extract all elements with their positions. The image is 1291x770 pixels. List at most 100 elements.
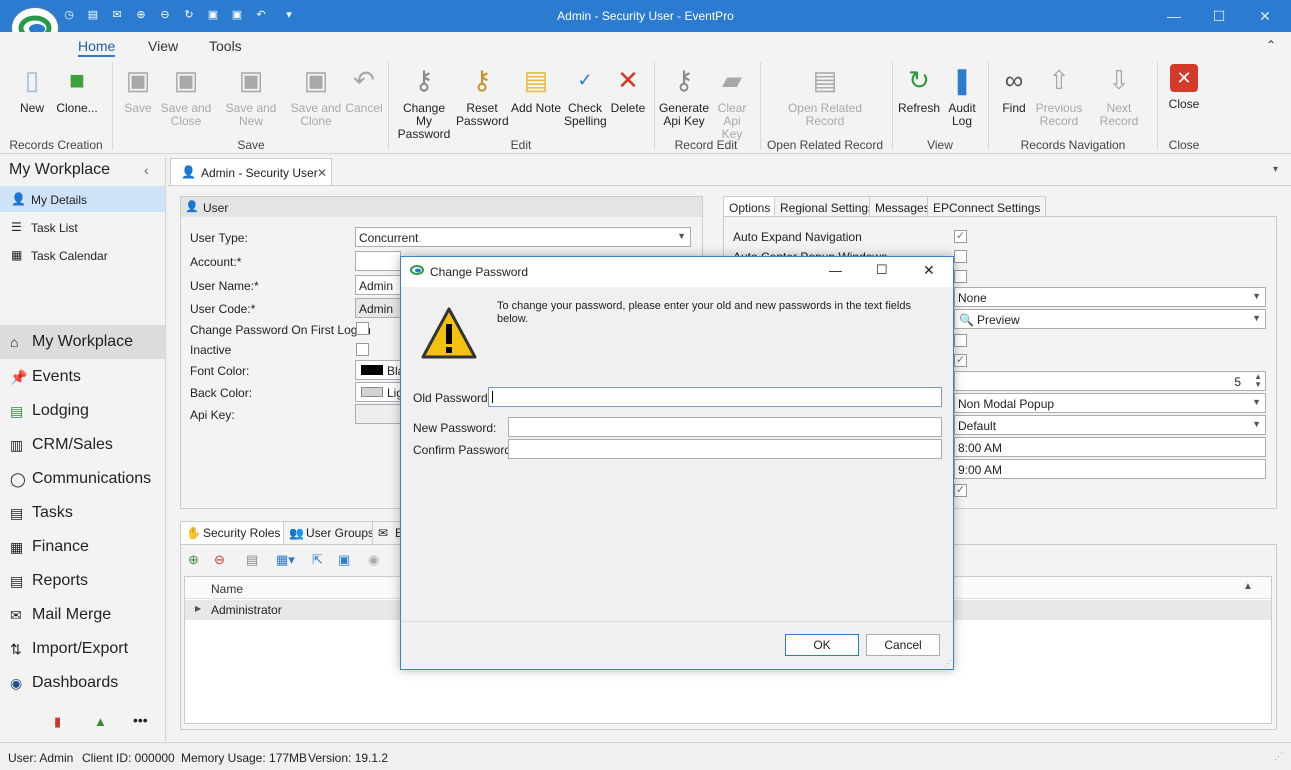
- nav-crm-sales[interactable]: ▥ CRM/Sales: [0, 428, 165, 462]
- chevron-down-icon: ▼: [677, 231, 686, 241]
- user-code-field[interactable]: Admin: [355, 298, 401, 318]
- cancel-button[interactable]: ↶ Cancel: [344, 64, 384, 115]
- calendar-icon: ▦: [11, 248, 23, 262]
- confirm-password-field[interactable]: [508, 439, 942, 459]
- collapse-ribbon-icon[interactable]: ⌃: [1266, 38, 1276, 52]
- resize-grip-icon[interactable]: ⋰: [944, 659, 952, 668]
- option-checkbox[interactable]: [954, 270, 967, 283]
- save-and-new-button[interactable]: ▣ Save and New: [214, 64, 288, 128]
- back-color-picker[interactable]: Lig: [355, 382, 403, 402]
- nav-lodging[interactable]: ▤ Lodging: [0, 394, 165, 428]
- default-select[interactable]: Default ▼: [954, 415, 1266, 435]
- security-roles-icon: ✋: [186, 526, 201, 540]
- tab-user-groups[interactable]: 👥 User Groups: [283, 521, 381, 544]
- more-icon[interactable]: •••: [133, 712, 148, 728]
- resize-grip-icon[interactable]: ⋰: [1274, 751, 1283, 762]
- columns-icon[interactable]: ▦▾: [276, 552, 295, 568]
- ok-button[interactable]: OK: [785, 634, 859, 656]
- doc-tab[interactable]: 👤 Admin - Security User ✕: [170, 158, 332, 185]
- add-icon[interactable]: ⊕: [188, 552, 199, 568]
- new-button[interactable]: ▯ New: [14, 64, 50, 115]
- nav-events[interactable]: 📌 Events: [0, 360, 165, 394]
- remove-icon[interactable]: ⊖: [214, 552, 225, 568]
- maximize-button[interactable]: ☐: [1209, 6, 1229, 26]
- user-name-field[interactable]: Admin: [355, 275, 401, 295]
- sidebar-item-my-details[interactable]: 👤 My Details: [0, 186, 165, 212]
- open-related-record-button[interactable]: ▤ Open Related Record: [780, 64, 870, 128]
- prev-icon[interactable]: ◉: [368, 552, 379, 568]
- expand-row-icon[interactable]: ▶: [195, 604, 201, 613]
- nav-mail-merge[interactable]: ✉ Mail Merge: [0, 598, 165, 632]
- tab-home[interactable]: Home: [78, 38, 116, 57]
- nav-import-export[interactable]: ⇅ Import/Export: [0, 632, 165, 666]
- tab-tools[interactable]: Tools: [209, 38, 242, 54]
- ribbon-separator: [654, 62, 655, 150]
- find-button[interactable]: ∞ Find: [996, 64, 1032, 115]
- start-time-field[interactable]: 8:00 AM: [954, 437, 1266, 457]
- reset-password-button[interactable]: ⚷ Reset Password: [456, 64, 509, 128]
- save-button[interactable]: ▣ Save: [122, 64, 154, 115]
- api-key-field[interactable]: [355, 404, 401, 424]
- new-password-field[interactable]: [508, 417, 942, 437]
- generate-api-key-button[interactable]: ⚷ Generate Api Key: [658, 64, 710, 128]
- dialog-cancel-button[interactable]: Cancel: [866, 634, 940, 656]
- user-type-select[interactable]: Concurrent ▼: [355, 227, 691, 247]
- line-chart-icon[interactable]: ▲: [94, 714, 107, 729]
- tab-security-roles[interactable]: ✋ Security Roles: [180, 521, 287, 544]
- audit-log-button[interactable]: ❚ Audit Log: [944, 64, 980, 128]
- previous-record-button[interactable]: ⇧ Previous Record: [1034, 64, 1084, 128]
- sort-icon[interactable]: ▲: [1243, 581, 1253, 592]
- clone-button[interactable]: ■ Clone...: [54, 64, 100, 115]
- save-and-close-button[interactable]: ▣ Save and Close: [160, 64, 212, 128]
- next-record-button[interactable]: ⇩ Next Record: [1086, 64, 1152, 128]
- delete-button[interactable]: ✕ Delete: [608, 64, 648, 115]
- close-record-button[interactable]: ✕ Close: [1164, 64, 1204, 111]
- popup-mode-select[interactable]: Non Modal Popup ▼: [954, 393, 1266, 413]
- option-checkbox-2[interactable]: [954, 334, 967, 347]
- nav-communications[interactable]: ◯ Communications: [0, 462, 165, 496]
- inactive-checkbox[interactable]: [356, 343, 369, 356]
- save-layout-icon[interactable]: ▣: [338, 552, 350, 568]
- chart-icon[interactable]: ▮: [54, 714, 61, 730]
- nav-dashboards[interactable]: ◉ Dashboards: [0, 666, 165, 700]
- nav-finance[interactable]: ▦ Finance: [0, 530, 165, 564]
- refresh-button[interactable]: ↻ Refresh: [898, 64, 940, 115]
- preview-select[interactable]: 🔍 Preview ▼: [954, 309, 1266, 329]
- sidebar-item-task-calendar[interactable]: ▦ Task Calendar: [0, 242, 165, 268]
- dialog-minimize-button[interactable]: —: [829, 263, 842, 278]
- option-checkbox-3[interactable]: ✓: [954, 354, 967, 367]
- end-time-field[interactable]: 9:00 AM: [954, 459, 1266, 479]
- nav-my-workplace[interactable]: ⌂ My Workplace: [0, 325, 165, 359]
- export-icon[interactable]: ⇱: [312, 552, 323, 568]
- collapse-sidebar-icon[interactable]: ‹: [144, 162, 149, 178]
- nav-tasks[interactable]: ▤ Tasks: [0, 496, 165, 530]
- change-password-checkbox[interactable]: [356, 322, 369, 335]
- old-password-field[interactable]: [488, 387, 942, 407]
- option-checkbox-4[interactable]: ✓: [954, 484, 967, 497]
- auto-expand-checkbox[interactable]: ✓: [954, 230, 967, 243]
- tab-dropdown-icon[interactable]: ▾: [1273, 164, 1278, 175]
- clipboard-icon: ▤: [10, 505, 24, 521]
- account-field[interactable]: [355, 251, 401, 271]
- tab-view[interactable]: View: [148, 38, 178, 54]
- minimize-button[interactable]: —: [1164, 6, 1184, 26]
- check-spelling-button[interactable]: ✓ Check Spelling: [564, 64, 607, 128]
- close-window-button[interactable]: ✕: [1255, 6, 1275, 26]
- add-note-button[interactable]: ▤ Add Note: [510, 64, 562, 115]
- edit-icon[interactable]: ▤: [246, 552, 258, 568]
- text-cursor: [492, 391, 493, 403]
- font-color-picker[interactable]: Bla: [355, 360, 404, 380]
- dialog-titlebar: Change Password — ☐ ✕: [401, 257, 953, 287]
- close-tab-icon[interactable]: ✕: [317, 166, 327, 180]
- column-name[interactable]: Name: [211, 582, 243, 596]
- clear-api-key-button[interactable]: ▰ Clear Api Key: [712, 64, 752, 141]
- dialog-maximize-button[interactable]: ☐: [876, 262, 888, 278]
- auto-center-checkbox[interactable]: [954, 250, 967, 263]
- number-spinner[interactable]: 5 ▲ ▼: [954, 371, 1266, 391]
- sidebar-item-task-list[interactable]: ☰ Task List: [0, 214, 165, 240]
- nav-reports[interactable]: ▤ Reports: [0, 564, 165, 598]
- change-my-password-button[interactable]: ⚷ Change My Password: [394, 64, 454, 141]
- none-select[interactable]: None ▼: [954, 287, 1266, 307]
- dialog-close-button[interactable]: ✕: [923, 262, 935, 279]
- save-and-clone-button[interactable]: ▣ Save and Clone: [290, 64, 342, 128]
